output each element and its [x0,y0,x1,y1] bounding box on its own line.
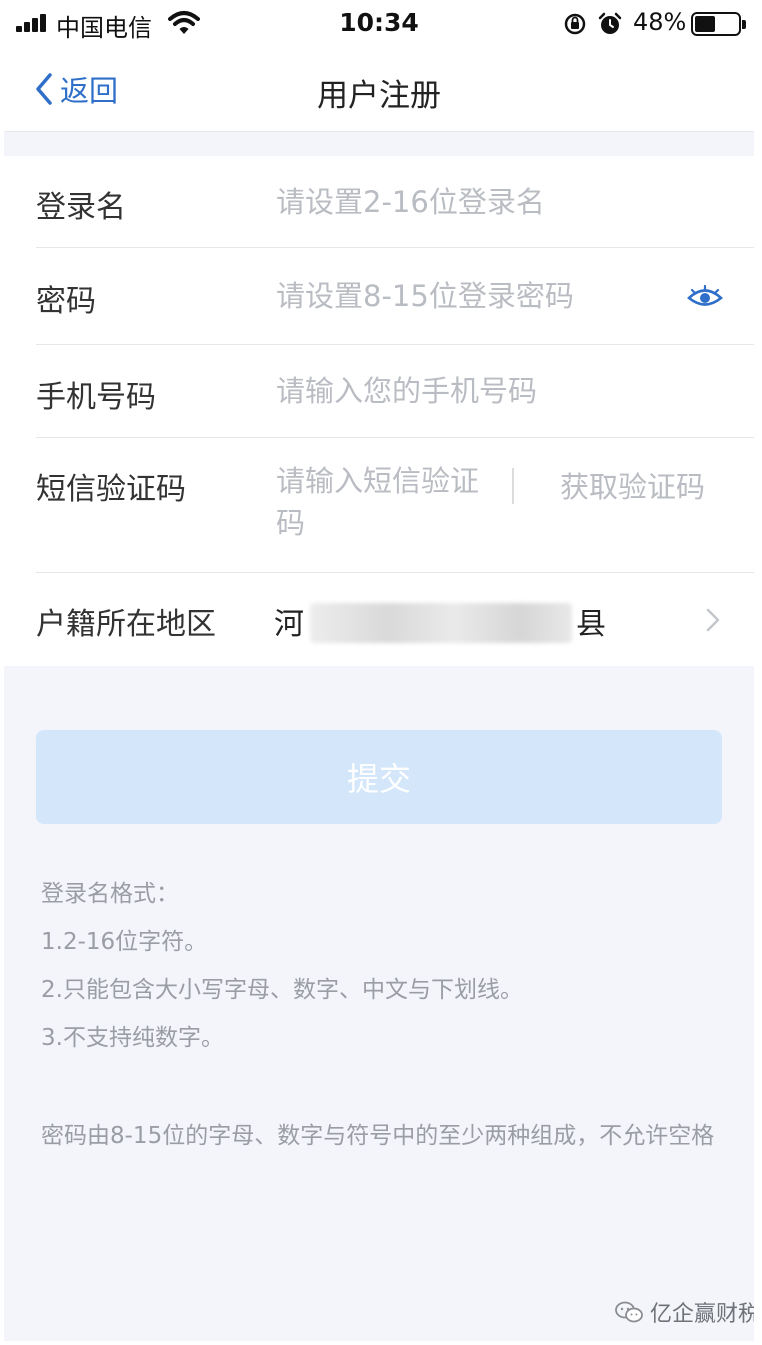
login-format-title: 登录名格式： [41,881,179,907]
login-rule: 3.不支持纯数字。 [41,1025,224,1051]
redacted-region [310,603,572,643]
eye-icon[interactable] [687,285,723,309]
nav-bar: 返回 用户注册 [4,48,754,132]
phone-label: 手机号码 [36,380,156,415]
sms-code-label: 短信验证码 [36,472,186,507]
password-rule: 密码由8-15位的字母、数字与符号中的至少两种组成，不允许空格 [41,1123,715,1149]
region-value-suffix: 县 [576,607,606,642]
login-rule: 1.2-16位字符。 [41,929,208,955]
region-row[interactable]: 户籍所在地区 河 县 [36,573,754,666]
sms-code-row: 短信验证码 获取验证码 [36,438,754,573]
region-label: 户籍所在地区 [36,607,216,642]
alarm-icon [598,12,622,34]
phone-input[interactable] [276,367,716,415]
region-value-prefix: 河 [274,607,304,642]
login-rule: 2.只能包含大小写字母、数字、中文与下划线。 [41,977,523,1003]
password-row: 密码 [36,248,754,345]
divider [512,468,514,504]
login-name-label: 登录名 [36,190,126,225]
battery-percent: 48% [633,8,687,36]
phone-row: 手机号码 [36,345,754,438]
battery-level-fill [695,16,715,32]
format-hints: 登录名格式： 1.2-16位字符。 2.只能包含大小写字母、数字、中文与下划线。… [41,874,721,1160]
status-bar: 中国电信 10:34 48% [4,0,754,48]
battery-icon [691,12,746,36]
password-input[interactable] [276,272,666,320]
sms-code-input[interactable] [276,460,486,560]
submit-button[interactable]: 提交 [36,730,722,824]
phone-screen: 中国电信 10:34 48% 返回 用户注册 登录名 请设置2-16位登录名 密… [4,0,754,1341]
get-code-button[interactable]: 获取验证码 [560,464,705,506]
watermark-text: 亿企赢财税 [650,1302,754,1327]
password-label: 密码 [36,284,96,319]
login-name-row: 登录名 [36,156,754,248]
login-name-input[interactable] [276,178,716,226]
watermark: 亿企赢财税 [614,1296,754,1328]
chevron-right-icon[interactable] [705,607,721,633]
rotation-lock-icon [564,13,586,35]
page-title: 用户注册 [317,78,441,114]
registration-form: 登录名 密码 手机号码 短信验证码 获取验证码 户籍所在地区 河 [4,156,754,666]
wechat-icon [615,1301,643,1323]
